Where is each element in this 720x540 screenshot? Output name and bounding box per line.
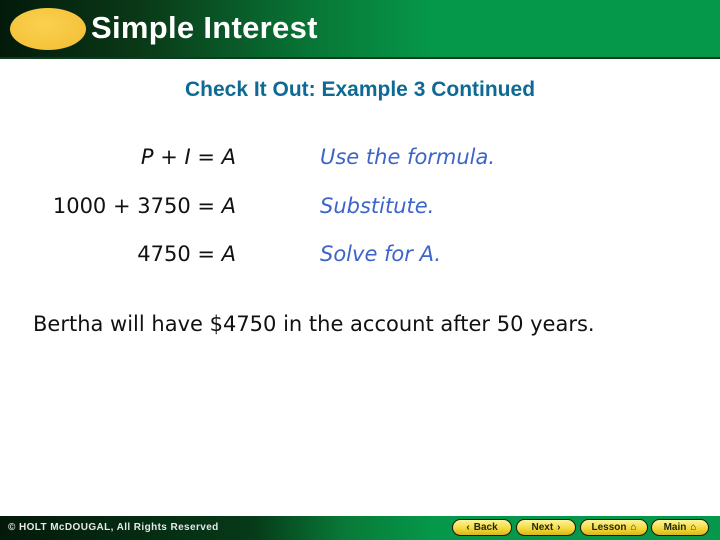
equation-step-2: 1000 + 3750 = A <box>53 194 236 218</box>
conclusion-text: Bertha will have $4750 in the account af… <box>33 312 595 336</box>
var-a: A <box>221 194 236 218</box>
var-a: A <box>221 145 236 169</box>
home-icon: ⌂ <box>690 522 697 533</box>
yellow-oval-logo <box>10 8 86 50</box>
equation-step-1: P + I = A <box>141 145 236 169</box>
example-heading: Check It Out: Example 3 Continued <box>184 78 536 101</box>
home-icon: ⌂ <box>630 522 637 533</box>
next-button[interactable]: Next › <box>516 519 576 536</box>
main-label: Main <box>663 522 687 533</box>
next-label: Next <box>531 522 554 533</box>
page-title: Simple Interest <box>91 10 318 45</box>
expression: 4750 = <box>137 242 222 266</box>
var-p: P <box>140 145 154 169</box>
back-button[interactable]: ‹ Back <box>452 519 512 536</box>
copyright-text: © HOLT McDOUGAL, All Rights Reserved <box>8 522 219 533</box>
chevron-right-icon: › <box>557 522 561 533</box>
op-plus: + <box>153 145 185 169</box>
footer-bar: © HOLT McDOUGAL, All Rights Reserved ‹ B… <box>0 516 720 540</box>
back-label: Back <box>473 522 498 533</box>
main-button[interactable]: Main ⌂ <box>651 519 709 536</box>
lesson-button[interactable]: Lesson ⌂ <box>580 519 648 536</box>
step-3-note: Solve for A. <box>320 242 442 266</box>
step-1-note: Use the formula. <box>320 145 496 169</box>
step-2-note: Substitute. <box>320 194 435 218</box>
lesson-label: Lesson <box>591 522 627 533</box>
chevron-left-icon: ‹ <box>466 522 470 533</box>
header-bar: Simple Interest <box>0 0 720 59</box>
expression: 1000 + 3750 = <box>52 194 222 218</box>
op-equals: = <box>190 145 222 169</box>
equation-step-3: 4750 = A <box>137 242 236 266</box>
var-a: A <box>221 242 236 266</box>
